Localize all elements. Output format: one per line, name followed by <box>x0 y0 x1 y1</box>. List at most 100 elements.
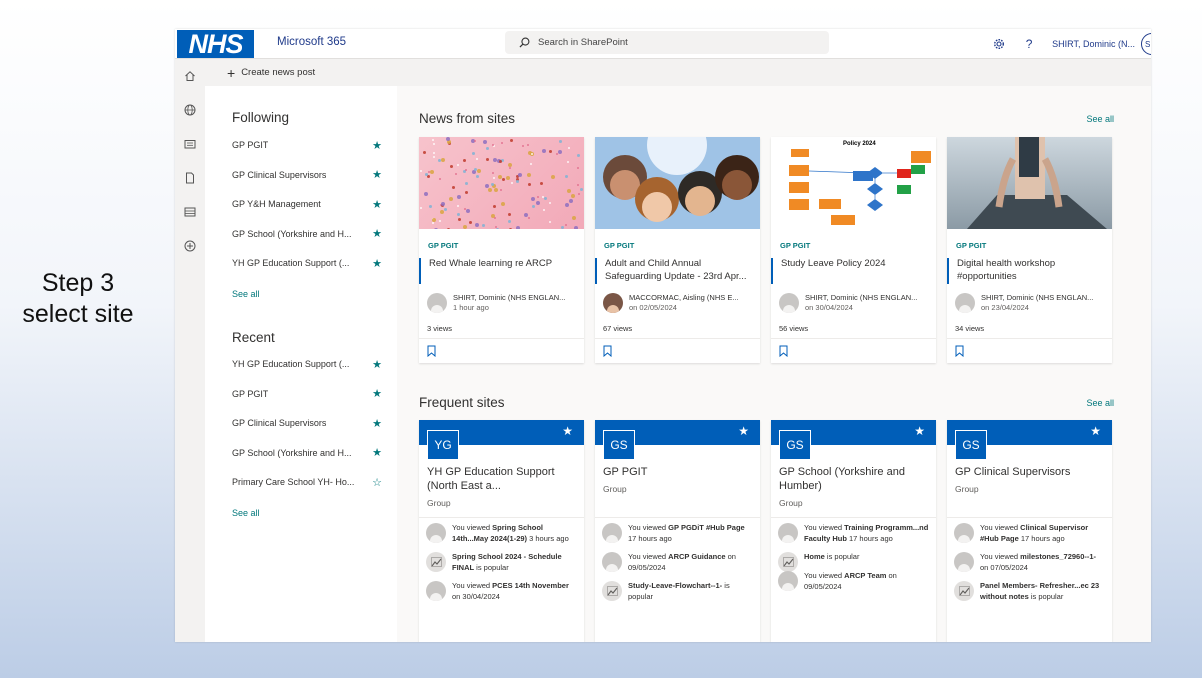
site-link-label: GP PGIT <box>232 140 269 150</box>
bookmark-icon[interactable] <box>603 344 612 358</box>
site-title-link[interactable]: YH GP Education Support (North East a... <box>427 466 577 493</box>
star-icon[interactable]: ★ <box>562 424 573 438</box>
news-site-link[interactable]: GP PGIT <box>428 241 458 250</box>
star-icon[interactable]: ★ <box>372 139 382 152</box>
star-icon[interactable]: ★ <box>372 198 382 211</box>
activity-item[interactable]: You viewed ARCP Guidance on 09/05/2024 <box>602 552 754 573</box>
activity-item-link[interactable]: Home <box>804 552 825 561</box>
activity-item-link[interactable]: ARCP Guidance <box>668 552 725 561</box>
avatar[interactable]: SH <box>1141 33 1151 55</box>
site-title-link[interactable]: GP School (Yorkshire and Humber) <box>779 466 929 493</box>
activity-item[interactable]: Study-Leave-Flowchart--1- is popular <box>602 581 754 602</box>
frequent-site-card[interactable]: YG ★ YH GP Education Support (North East a… <box>419 420 584 642</box>
suite-name-link[interactable]: Microsoft 365 <box>277 36 346 48</box>
search-input[interactable]: Search in SharePoint <box>505 31 829 54</box>
news-card[interactable]: GP PGIT Digital health workshop #opportun… <box>947 137 1112 363</box>
bookmark-icon[interactable] <box>955 344 964 358</box>
news-site-link[interactable]: GP PGIT <box>956 241 986 250</box>
site-link[interactable]: GP Clinical Supervisors ★ <box>232 168 382 182</box>
add-icon[interactable] <box>175 229 205 263</box>
site-link[interactable]: YH GP Education Support (... ★ <box>232 256 382 270</box>
activity-item[interactable]: You viewed Spring School 14th...May 2024… <box>426 523 578 544</box>
news-title-link[interactable]: Adult and Child Annual Safeguarding Upda… <box>595 258 760 284</box>
news-card[interactable]: GP PGIT Adult and Child Annual Safeguardi… <box>595 137 760 363</box>
list-icon[interactable] <box>175 195 205 229</box>
activity-item[interactable]: You viewed GP PGDiT #Hub Page 17 hours a… <box>602 523 754 544</box>
avatar[interactable] <box>955 293 975 313</box>
avatar[interactable] <box>603 293 623 313</box>
star-icon[interactable]: ☆ <box>372 476 382 489</box>
activity-item[interactable]: You viewed Training Programm...nd Facult… <box>778 523 930 544</box>
activity-item[interactable]: Spring School 2024 - Schedule FINAL is p… <box>426 552 578 573</box>
news-card[interactable]: Policy 2024 GP PGIT Study Leave Policy 20… <box>771 137 936 363</box>
news-icon[interactable] <box>175 127 205 161</box>
activity-item[interactable]: Home is popular <box>778 552 930 572</box>
news-title-link[interactable]: Digital health workshop #opportunities <box>947 258 1112 284</box>
site-link[interactable]: GP PGIT ★ <box>232 387 382 401</box>
news-see-all-link[interactable]: See all <box>1086 114 1114 124</box>
activity-item[interactable]: You viewed Clinical Supervisor #Hub Page… <box>954 523 1106 544</box>
file-icon[interactable] <box>175 161 205 195</box>
activity-item[interactable]: You viewed ARCP Team on 09/05/2024 <box>778 571 930 592</box>
settings-icon[interactable] <box>984 29 1014 59</box>
activity-item[interactable]: Panel Members- Refresher...ec 23 without… <box>954 581 1106 602</box>
user-name[interactable]: SHIRT, Dominic (N... <box>1052 39 1135 49</box>
news-card[interactable]: GP PGIT Red Whale learning re ARCP SHIRT, … <box>419 137 584 363</box>
star-icon[interactable]: ★ <box>372 387 382 400</box>
news-site-link[interactable]: GP PGIT <box>780 241 810 250</box>
news-thumbnail[interactable]: Policy 2024 <box>771 137 936 229</box>
star-icon[interactable]: ★ <box>372 227 382 240</box>
news-thumbnail[interactable] <box>419 137 584 229</box>
site-link[interactable]: Primary Care School YH- Ho... ☆ <box>232 475 382 489</box>
avatar[interactable] <box>779 293 799 313</box>
plus-icon[interactable]: + <box>227 65 235 81</box>
activity-item-link[interactable]: GP PGDiT #Hub Page <box>668 523 745 532</box>
create-news-post-button[interactable]: Create news post <box>241 67 315 78</box>
author-name[interactable]: SHIRT, Dominic (NHS ENGLAN... <box>453 293 565 303</box>
site-link[interactable]: YH GP Education Support (... ★ <box>232 357 382 371</box>
site-link[interactable]: GP PGIT ★ <box>232 138 382 152</box>
recent-see-all-link[interactable]: See all <box>232 508 260 518</box>
news-title-link[interactable]: Study Leave Policy 2024 <box>771 258 936 284</box>
star-icon[interactable]: ★ <box>372 257 382 270</box>
star-icon[interactable]: ★ <box>372 168 382 181</box>
bookmark-icon[interactable] <box>779 344 788 358</box>
activity-item-link[interactable]: milestones_72960--1- <box>1020 552 1096 561</box>
news-thumbnail[interactable] <box>947 137 1112 229</box>
author-name[interactable]: SHIRT, Dominic (NHS ENGLAN... <box>981 293 1093 303</box>
activity-item-link[interactable]: PCES 14th November <box>492 581 569 590</box>
star-icon[interactable]: ★ <box>372 446 382 459</box>
nhs-logo[interactable]: NHS <box>177 30 254 58</box>
activity-item-link[interactable]: Study-Leave-Flowchart--1- <box>628 581 722 590</box>
frequent-see-all-link[interactable]: See all <box>1086 398 1114 408</box>
site-title-link[interactable]: GP PGIT <box>603 466 753 480</box>
frequent-site-card[interactable]: GS ★ GP School (Yorkshire and Humber) Group… <box>771 420 936 642</box>
bookmark-icon[interactable] <box>427 344 436 358</box>
activity-prefix: You viewed <box>980 552 1021 561</box>
star-icon[interactable]: ★ <box>914 424 925 438</box>
site-title-link[interactable]: GP Clinical Supervisors <box>955 466 1105 480</box>
globe-icon[interactable] <box>175 93 205 127</box>
news-title-link[interactable]: Red Whale learning re ARCP <box>419 258 584 284</box>
star-icon[interactable]: ★ <box>1090 424 1101 438</box>
author-name[interactable]: MACCORMAC, Aisling (NHS E... <box>629 293 739 303</box>
activity-item[interactable]: You viewed milestones_72960--1- on 07/05… <box>954 552 1106 573</box>
help-icon[interactable]: ? <box>1014 29 1044 59</box>
frequent-site-card[interactable]: GS ★ GP PGIT Group You viewed GP PGDiT #Hub … <box>595 420 760 642</box>
star-icon[interactable]: ★ <box>738 424 749 438</box>
activity-item[interactable]: You viewed PCES 14th November on 30/04/2… <box>426 581 578 602</box>
news-site-link[interactable]: GP PGIT <box>604 241 634 250</box>
avatar[interactable] <box>427 293 447 313</box>
site-link[interactable]: GP Clinical Supervisors ★ <box>232 416 382 430</box>
site-link[interactable]: GP School (Yorkshire and H... ★ <box>232 227 382 241</box>
activity-item-link[interactable]: ARCP Team <box>844 571 886 580</box>
frequent-site-card[interactable]: GS ★ GP Clinical Supervisors Group You viewe… <box>947 420 1112 642</box>
author-name[interactable]: SHIRT, Dominic (NHS ENGLAN... <box>805 293 917 303</box>
star-icon[interactable]: ★ <box>372 358 382 371</box>
news-thumbnail[interactable] <box>595 137 760 229</box>
site-link[interactable]: GP Y&H Management ★ <box>232 197 382 211</box>
following-see-all-link[interactable]: See all <box>232 289 260 299</box>
home-icon[interactable] <box>175 59 205 93</box>
site-link[interactable]: GP School (Yorkshire and H... ★ <box>232 446 382 460</box>
star-icon[interactable]: ★ <box>372 417 382 430</box>
